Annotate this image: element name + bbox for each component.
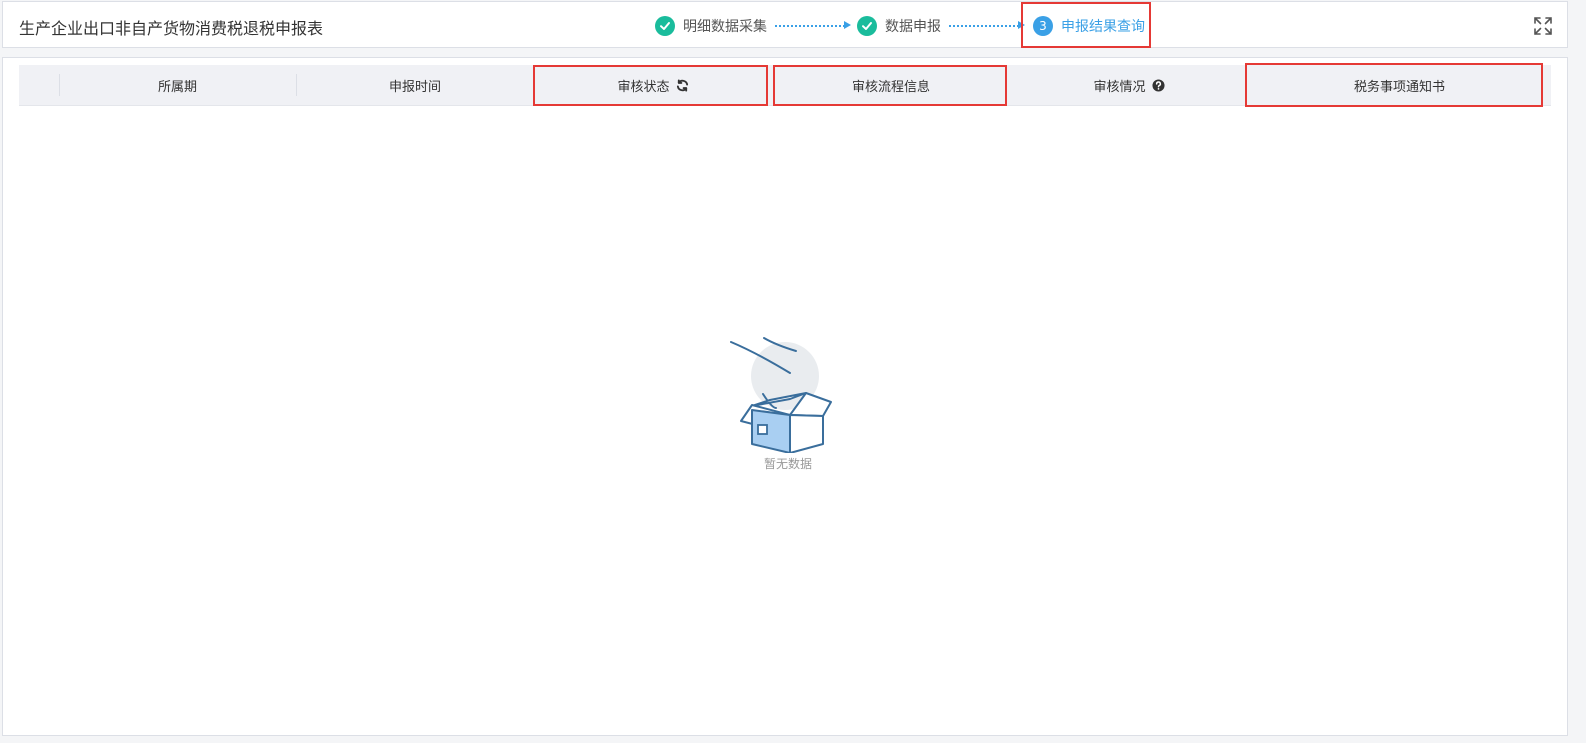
step-label: 申报结果查询 — [1061, 18, 1145, 35]
page-header: 生产企业出口非自产货物消费税退税申报表 明细数据采集 数据申报 3 申报结果查询 — [2, 1, 1568, 48]
column-review-detail[interactable]: 审核情况 — [1010, 65, 1248, 106]
column-review-process[interactable]: 审核流程信息 — [772, 65, 1010, 106]
empty-state: 暂无数据 — [723, 333, 853, 471]
check-icon — [857, 15, 877, 36]
column-submit-time[interactable]: 申报时间 — [296, 65, 534, 106]
refresh-icon[interactable] — [676, 79, 689, 92]
table-header: 所属期 申报时间 审核状态 审核流程信息 审核情况 税务事项通知书 — [19, 65, 1551, 106]
column-period[interactable]: 所属期 — [59, 65, 296, 106]
check-icon — [655, 15, 675, 36]
step-result-query[interactable]: 3 申报结果查询 — [1033, 2, 1145, 49]
fullscreen-icon[interactable] — [1533, 16, 1553, 36]
step-data-submission[interactable]: 数据申报 — [857, 2, 941, 49]
help-icon[interactable] — [1151, 79, 1165, 92]
step-label: 明细数据采集 — [683, 18, 767, 35]
result-panel: 所属期 申报时间 审核状态 审核流程信息 审核情况 税务事项通知书 暂无数据 — [2, 57, 1568, 736]
step-connector — [949, 21, 1025, 29]
column-review-status[interactable]: 审核状态 — [534, 65, 772, 106]
column-tax-notice[interactable]: 税务事项通知书 — [1248, 65, 1551, 106]
step-label: 数据申报 — [885, 18, 941, 35]
page-title: 生产企业出口非自产货物消费税退税申报表 — [19, 19, 324, 38]
step-detail-collection[interactable]: 明细数据采集 — [655, 2, 767, 49]
empty-text: 暂无数据 — [763, 457, 812, 471]
empty-box-icon — [730, 337, 832, 454]
step-number: 3 — [1033, 15, 1053, 36]
step-connector — [775, 21, 851, 29]
